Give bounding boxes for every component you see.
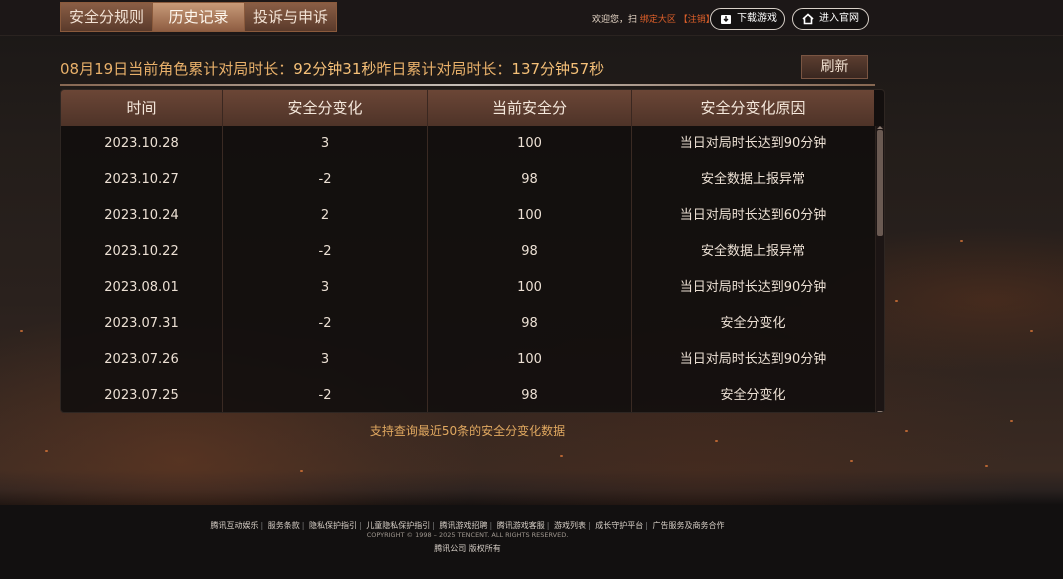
home-icon [802, 13, 814, 25]
yesterday-playtime-value: 137分钟57秒 [511, 60, 605, 78]
cell-score-change: 3 [223, 126, 428, 162]
footer-link[interactable]: 腾讯游戏客服 [497, 521, 545, 530]
table-row: 2023.10.22 -2 98 安全数据上报异常 [61, 234, 874, 270]
page-background: 安全分规则 历史记录 投诉与申诉 欢迎您，扫 绑定大区 【注销】 下载游戏 进入… [0, 0, 1063, 579]
divider [60, 84, 875, 86]
cell-time: 2023.10.22 [61, 234, 223, 270]
cell-score-change: -2 [223, 162, 428, 198]
stats-date: 08月19日 [60, 60, 129, 78]
cell-score-change: -2 [223, 378, 428, 412]
footer-link[interactable]: 腾讯游戏招聘 [440, 521, 488, 530]
cell-current-score: 100 [428, 270, 632, 306]
footer-links: 腾讯互动娱乐 | 服务条款 | 隐私保护指引 | 儿童隐私保护指引 | 腾讯游戏招聘 | … [210, 521, 725, 530]
play-time-stats: 08月19日当前角色累计对局时长：92分钟31秒昨日累计对局时长：137分钟57… [60, 58, 604, 79]
cell-change-reason: 安全分变化 [720, 316, 786, 331]
cell-score-change: 3 [223, 270, 428, 306]
table-row: 2023.07.31 -2 98 安全分变化 [61, 306, 874, 342]
download-game-label: 下载游戏 [737, 13, 777, 24]
cell-current-score: 100 [428, 342, 632, 378]
cell-current-score: 100 [428, 198, 632, 234]
scroll-thumb[interactable] [877, 130, 883, 236]
cell-score-change: 2 [223, 198, 428, 234]
cell-current-score: 100 [428, 126, 632, 162]
cell-change-reason: 当日对局时长达到60分钟 [679, 208, 827, 223]
yesterday-playtime-label: 昨日累计对局时长： [376, 60, 512, 78]
tab-history[interactable]: 历史记录 [152, 2, 245, 32]
header-current-score: 当前安全分 [428, 90, 632, 126]
cell-current-score: 98 [428, 162, 632, 198]
header-time: 时间 [61, 90, 223, 126]
download-game-button[interactable]: 下载游戏 [710, 8, 785, 30]
cell-change-reason: 当日对局时长达到90分钟 [679, 136, 827, 151]
cell-change-reason: 安全数据上报异常 [700, 172, 805, 187]
footer-link[interactable]: 游戏列表 [554, 521, 586, 530]
tab-bar: 安全分规则 历史记录 投诉与申诉 [60, 2, 337, 32]
table-row: 2023.10.24 2 100 当日对局时长达到60分钟 [61, 198, 874, 234]
footer-link[interactable]: 成长守护平台 [595, 521, 643, 530]
cell-change-reason: 安全数据上报异常 [700, 244, 805, 259]
footer: 腾讯互动娱乐 | 服务条款 | 隐私保护指引 | 儿童隐私保护指引 | 腾讯游戏招聘 | … [0, 505, 1063, 579]
header-score-change: 安全分变化 [223, 90, 428, 126]
cell-time: 2023.07.25 [61, 378, 223, 412]
table-row: 2023.10.28 3 100 当日对局时长达到90分钟 [61, 126, 874, 162]
refresh-button[interactable]: 刷新 [801, 55, 868, 79]
table-row: 2023.07.26 3 100 当日对局时长达到90分钟 [61, 342, 874, 378]
cell-change-reason: 当日对局时长达到90分钟 [679, 280, 827, 295]
current-playtime-label: 当前角色累计对局时长： [128, 60, 294, 78]
table-body: 2023.10.28 3 100 当日对局时长达到90分钟 2023.10.27… [61, 126, 874, 412]
cell-change-reason: 当日对局时长达到90分钟 [679, 352, 827, 367]
cell-time: 2023.10.28 [61, 126, 223, 162]
cell-time: 2023.10.24 [61, 198, 223, 234]
footer-link[interactable]: 腾讯互动娱乐 [211, 521, 259, 530]
official-site-button[interactable]: 进入官网 [792, 8, 869, 30]
download-icon [721, 15, 731, 24]
current-playtime-value: 92分钟31秒 [293, 60, 377, 78]
scroll-down-icon[interactable] [877, 411, 883, 412]
copyright: COPYRIGHT © 1998 – 2025 TENCENT. ALL RIG… [366, 531, 569, 539]
cell-current-score: 98 [428, 378, 632, 412]
cell-change-reason: 安全分变化 [720, 388, 786, 403]
cell-time: 2023.08.01 [61, 270, 223, 306]
official-site-label: 进入官网 [819, 13, 859, 24]
welcome-text: 欢迎您，扫 绑定大区 【注销】 [592, 12, 715, 25]
history-table: 时间 安全分变化 当前安全分 安全分变化原因 2023.10.28 3 100 … [60, 89, 885, 413]
footer-link[interactable]: 隐私保护指引 [309, 521, 357, 530]
cell-current-score: 98 [428, 306, 632, 342]
table-row: 2023.08.01 3 100 当日对局时长达到90分钟 [61, 270, 874, 306]
header-change-reason: 安全分变化原因 [700, 99, 806, 117]
cell-score-change: 3 [223, 342, 428, 378]
cell-score-change: -2 [223, 234, 428, 270]
top-bar: 安全分规则 历史记录 投诉与申诉 欢迎您，扫 绑定大区 【注销】 下载游戏 进入… [0, 0, 1063, 36]
tab-complaints[interactable]: 投诉与申诉 [244, 2, 337, 32]
table-row: 2023.10.27 -2 98 安全数据上报异常 [61, 162, 874, 198]
query-limit-note: 支持查询最近50条的安全分变化数据 [369, 424, 566, 438]
footer-link[interactable]: 服务条款 [268, 521, 300, 530]
footer-link[interactable]: 广告服务及商务合作 [653, 521, 725, 530]
scroll-up-icon[interactable] [877, 126, 883, 129]
cell-time: 2023.07.26 [61, 342, 223, 378]
cell-current-score: 98 [428, 234, 632, 270]
welcome-prefix: 欢迎您，扫 [592, 15, 638, 25]
cell-time: 2023.07.31 [61, 306, 223, 342]
table-header: 时间 安全分变化 当前安全分 安全分变化原因 [61, 90, 874, 126]
bind-region-link[interactable]: 绑定大区 [640, 15, 676, 25]
owner-text: 腾讯公司 版权所有 [434, 544, 501, 553]
table-scrollbar[interactable] [875, 126, 884, 412]
tab-safety-rules[interactable]: 安全分规则 [60, 2, 153, 32]
table-row: 2023.07.25 -2 98 安全分变化 [61, 378, 874, 412]
cell-time: 2023.10.27 [61, 162, 223, 198]
footer-link[interactable]: 儿童隐私保护指引 [366, 521, 430, 530]
cell-score-change: -2 [223, 306, 428, 342]
